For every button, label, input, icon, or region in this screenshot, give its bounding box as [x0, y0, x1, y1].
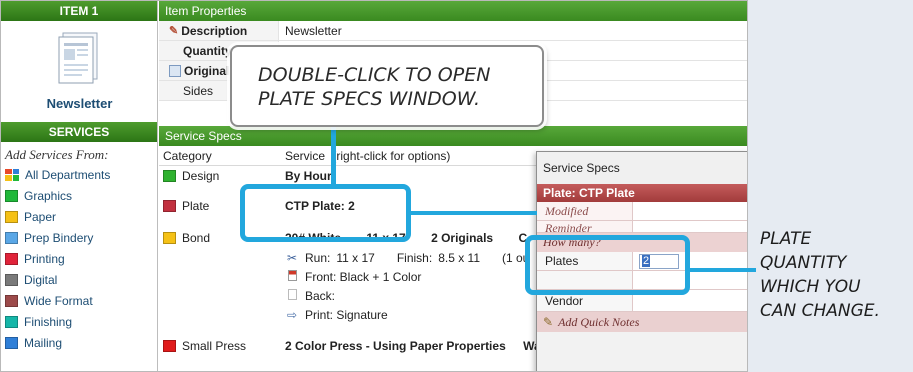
run-label: Run: [305, 250, 331, 265]
dept-prep-bindery[interactable]: Prep Bindery [1, 227, 157, 248]
originals-icon [169, 64, 181, 77]
plate-row-highlight [240, 184, 411, 242]
item-header: ITEM 1 [1, 1, 157, 21]
popup-title[interactable]: Service Specs [537, 152, 747, 184]
finish-label: Finish: [396, 250, 433, 265]
description-value[interactable]: Newsletter [279, 24, 342, 38]
back-side-icon [285, 288, 299, 303]
col-service-hint: (right-click for options) [332, 148, 451, 163]
property-row-description[interactable]: ✎ Description Newsletter [159, 21, 747, 41]
side-note-line: PLATE [760, 229, 812, 249]
digital-color-icon [5, 273, 18, 286]
property-label: ✎ Description [159, 21, 279, 40]
category-text: Bond [182, 231, 211, 245]
dept-label: Graphics [24, 188, 73, 203]
dept-label: Digital [24, 272, 58, 287]
dept-label: Prep Bindery [24, 230, 94, 245]
graphics-color-icon [5, 189, 18, 202]
arrow-right-icon: ⇨ [286, 307, 298, 322]
col-service-header: Service (right-click for options) [279, 149, 450, 163]
item-thumbnail-box[interactable]: Newsletter [1, 21, 157, 121]
bond-originals: 2 Originals [431, 231, 494, 245]
dept-label: Mailing [24, 335, 63, 350]
category-cell: Small Press [159, 339, 279, 353]
printing-color-icon [5, 252, 18, 265]
small-press-service: 2 Color Press - Using Paper Properties [285, 339, 506, 353]
mailing-color-icon [5, 336, 18, 349]
category-text: Plate [182, 199, 210, 213]
side-note-line: CAN CHANGE. [760, 301, 880, 321]
property-label-text: Quantity [183, 43, 232, 58]
side-note-connector-line [690, 268, 756, 272]
callout-line: PLATE SPECS WINDOW. [258, 88, 481, 110]
property-label-text: Sides [183, 83, 214, 98]
dept-label: All Departments [25, 167, 111, 182]
print-text: Print: Signature [305, 307, 388, 322]
add-services-from-label: Add Services From: [5, 147, 109, 162]
paper-color-icon [5, 210, 18, 223]
front-side-icon [285, 269, 299, 284]
scissors-icon: ✂ [286, 250, 298, 265]
all-departments-icon [5, 168, 19, 181]
reminder-label: Reminder [537, 221, 633, 232]
dept-paper[interactable]: Paper [1, 206, 157, 227]
callout-line: DOUBLE-CLICK TO OPEN [258, 64, 491, 86]
services-header: SERVICES [1, 122, 157, 142]
side-note: PLATE QUANTITY WHICH YOU CAN CHANGE. [760, 227, 910, 323]
popup-connector-line [411, 211, 537, 215]
prep-bindery-color-icon [5, 231, 18, 244]
service-specs-bar: Service Specs [159, 126, 747, 146]
small-press-color-icon [163, 340, 176, 352]
dept-finishing[interactable]: Finishing [1, 311, 157, 332]
service-cell: 2 Color Press - Using Paper Properties W… [279, 339, 541, 353]
wide-format-color-icon [5, 294, 18, 307]
col-service-text: Service [285, 148, 326, 163]
dept-graphics[interactable]: Graphics [1, 185, 157, 206]
col-category-header: Category [163, 148, 212, 163]
dept-digital[interactable]: Digital [1, 269, 157, 290]
finishing-color-icon [5, 315, 18, 328]
modified-label: Modified [537, 202, 633, 220]
front-text: Front: Black + 1 Color [305, 269, 422, 284]
category-cell: Design [159, 169, 279, 183]
service-cell: By Hour [285, 169, 332, 183]
popup-header: Plate: CTP Plate [537, 184, 747, 202]
plates-field-highlight [525, 235, 690, 295]
property-label-text: Originals [184, 63, 237, 78]
add-quick-notes[interactable]: ✎ Add Quick Notes [537, 312, 747, 332]
document-icon [58, 32, 98, 84]
dept-mailing[interactable]: Mailing [1, 332, 157, 353]
run-value: 11 x 17 [336, 250, 375, 265]
dept-printing[interactable]: Printing [1, 248, 157, 269]
dept-label: Paper [24, 209, 57, 224]
notepad-icon: ✎ [543, 314, 554, 329]
left-panel: ITEM 1 Newsletter SERVICES Add Services … [1, 1, 158, 371]
dept-wide-format[interactable]: Wide Format [1, 290, 157, 311]
bond-color-icon [163, 232, 176, 244]
back-text: Back: [305, 288, 336, 303]
plate-color-icon [163, 200, 176, 212]
property-label-text: Description [181, 23, 248, 38]
callout-connector-line [331, 127, 336, 184]
side-note-line: QUANTITY [760, 253, 847, 273]
dept-label: Wide Format [24, 293, 93, 308]
quick-notes-text: Add Quick Notes [558, 314, 640, 329]
design-color-icon [163, 170, 176, 182]
category-text: Design [182, 169, 220, 183]
dept-label: Printing [24, 251, 65, 266]
callout-box: DOUBLE-CLICK TO OPEN PLATE SPECS WINDOW. [230, 45, 544, 127]
dept-all-departments[interactable]: All Departments [1, 164, 157, 185]
finish-value: 8.5 x 11 [438, 250, 480, 265]
side-note-line: WHICH YOU [760, 277, 861, 297]
pencil-icon: ✎ [169, 25, 179, 37]
category-text: Small Press [182, 339, 247, 353]
item-properties-bar: Item Properties [159, 1, 747, 21]
dept-label: Finishing [24, 314, 73, 329]
reminder-row[interactable]: Reminder [537, 221, 747, 233]
item-name: Newsletter [46, 96, 113, 111]
modified-row[interactable]: Modified [537, 202, 747, 221]
